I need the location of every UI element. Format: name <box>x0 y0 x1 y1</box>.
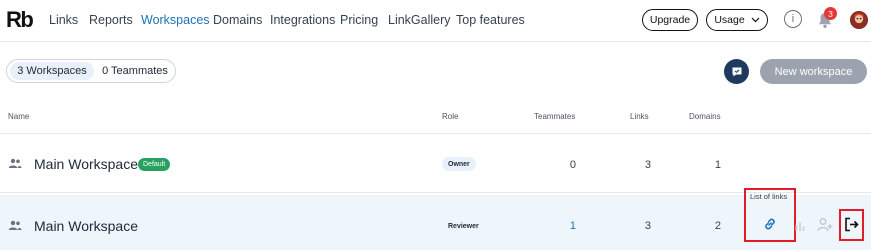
usage-label: Usage <box>714 14 745 26</box>
workspace-name[interactable]: Main Workspace <box>34 156 138 172</box>
role-badge: Reviewer <box>448 222 479 230</box>
new-workspace-label: New workspace <box>774 65 853 78</box>
chat-icon <box>732 67 741 76</box>
upgrade-label: Upgrade <box>649 14 691 26</box>
links-count: 3 <box>644 220 651 232</box>
tab-workspaces[interactable]: 3 Workspaces <box>10 62 94 80</box>
tab-workspaces-label: 3 Workspaces <box>17 65 87 77</box>
nav-link-top-features[interactable]: Top features <box>456 13 525 27</box>
upgrade-button[interactable]: Upgrade <box>642 9 698 31</box>
group-icon <box>8 220 22 230</box>
nav-link-linkgallery[interactable]: LinkGallery <box>388 13 451 27</box>
add-user-icon[interactable] <box>817 217 833 232</box>
domains-count: 2 <box>714 220 721 232</box>
chat-button[interactable] <box>724 59 749 84</box>
nav-link-pricing[interactable]: Pricing <box>340 13 378 27</box>
avatar[interactable] <box>850 11 868 29</box>
teammates-count: 0 <box>569 159 576 171</box>
tab-teammates[interactable]: 0 Teammates <box>98 62 172 80</box>
notification-badge: 3 <box>824 7 837 20</box>
nav-link-integrations[interactable]: Integrations <box>270 13 335 27</box>
role-badge: Owner <box>442 157 476 171</box>
table-row[interactable]: Main Workspace Default Owner 0 3 1 <box>0 134 871 193</box>
tab-teammates-label: 0 Teammates <box>102 65 168 77</box>
usage-dropdown[interactable]: Usage <box>706 9 768 31</box>
stats-icon[interactable] <box>795 221 805 231</box>
nav-link-domains[interactable]: Domains <box>213 13 262 27</box>
tooltip-list-of-links: List of links <box>750 192 788 201</box>
logout-icon[interactable] <box>844 217 859 232</box>
header-domains: Domains <box>689 112 721 121</box>
domains-count: 1 <box>714 159 721 171</box>
nav-link-workspaces[interactable]: Workspaces <box>141 13 210 27</box>
link-icon[interactable] <box>763 217 777 231</box>
nav-link-reports[interactable]: Reports <box>89 13 133 27</box>
chevron-down-icon <box>751 17 760 23</box>
default-badge: Default <box>138 158 171 171</box>
top-nav: Rb Links Reports Workspaces Domains Inte… <box>0 0 871 42</box>
avatar-image <box>850 11 868 29</box>
new-workspace-button[interactable]: New workspace <box>760 59 867 84</box>
table-row[interactable]: Main Workspace Reviewer 1 3 2 <box>0 195 871 250</box>
header-links: Links <box>630 112 649 121</box>
header-teammates: Teammates <box>534 112 576 121</box>
workspace-name[interactable]: Main Workspace <box>34 218 138 234</box>
table-header: Name Role Teammates Links Domains <box>0 100 871 134</box>
header-name: Name <box>8 112 30 121</box>
info-icon[interactable]: i <box>784 10 802 28</box>
teammates-count[interactable]: 1 <box>536 220 576 232</box>
brand-logo[interactable]: Rb <box>6 9 34 31</box>
header-role: Role <box>442 112 459 121</box>
nav-link-links[interactable]: Links <box>49 13 78 27</box>
group-icon <box>8 158 22 168</box>
links-count: 3 <box>644 159 651 171</box>
workspace-teammate-toggle: 3 Workspaces 0 Teammates <box>6 59 176 83</box>
